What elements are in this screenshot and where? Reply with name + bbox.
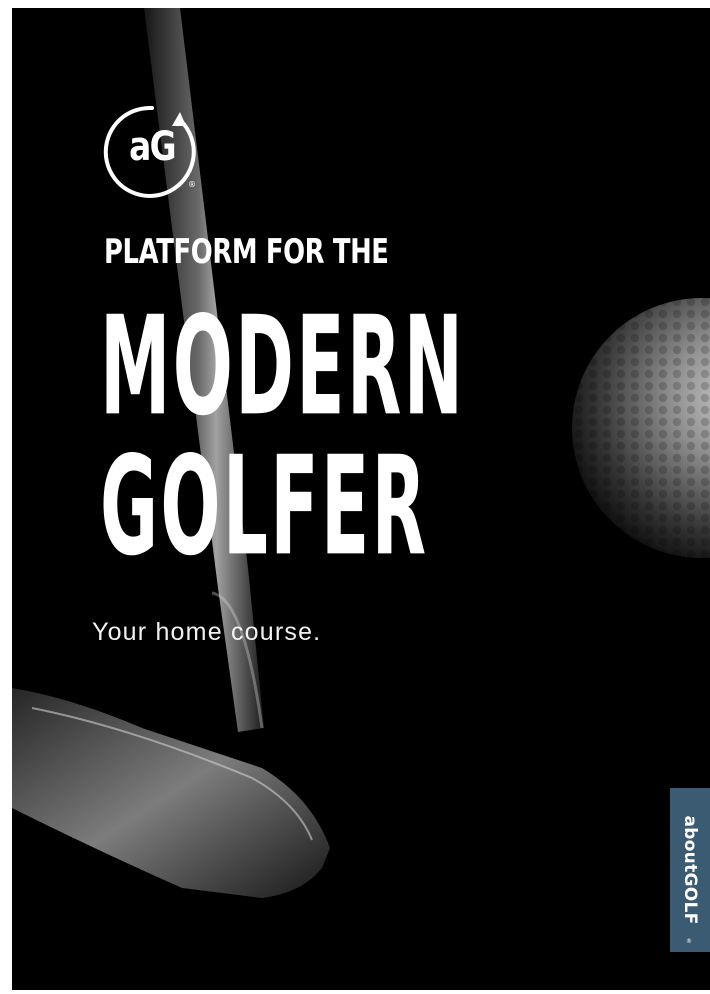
brand-name: aboutGOLF	[680, 815, 700, 925]
brand-tab: aboutGOLF ®	[670, 788, 710, 952]
kicker-heading: PLATFORM FOR THE	[104, 232, 389, 272]
headline-line-2: GOLFER	[100, 426, 429, 586]
poster: aG ® PLATFORM FOR THE MODERN GOLFER Your…	[12, 8, 710, 990]
tagline: Your home course.	[92, 618, 322, 646]
brand-registered-mark: ®	[686, 938, 692, 945]
logo-wordmark: aG	[129, 124, 176, 170]
headline-line-1: MODERN	[100, 286, 466, 446]
logo-registered-mark: ®	[188, 180, 196, 189]
